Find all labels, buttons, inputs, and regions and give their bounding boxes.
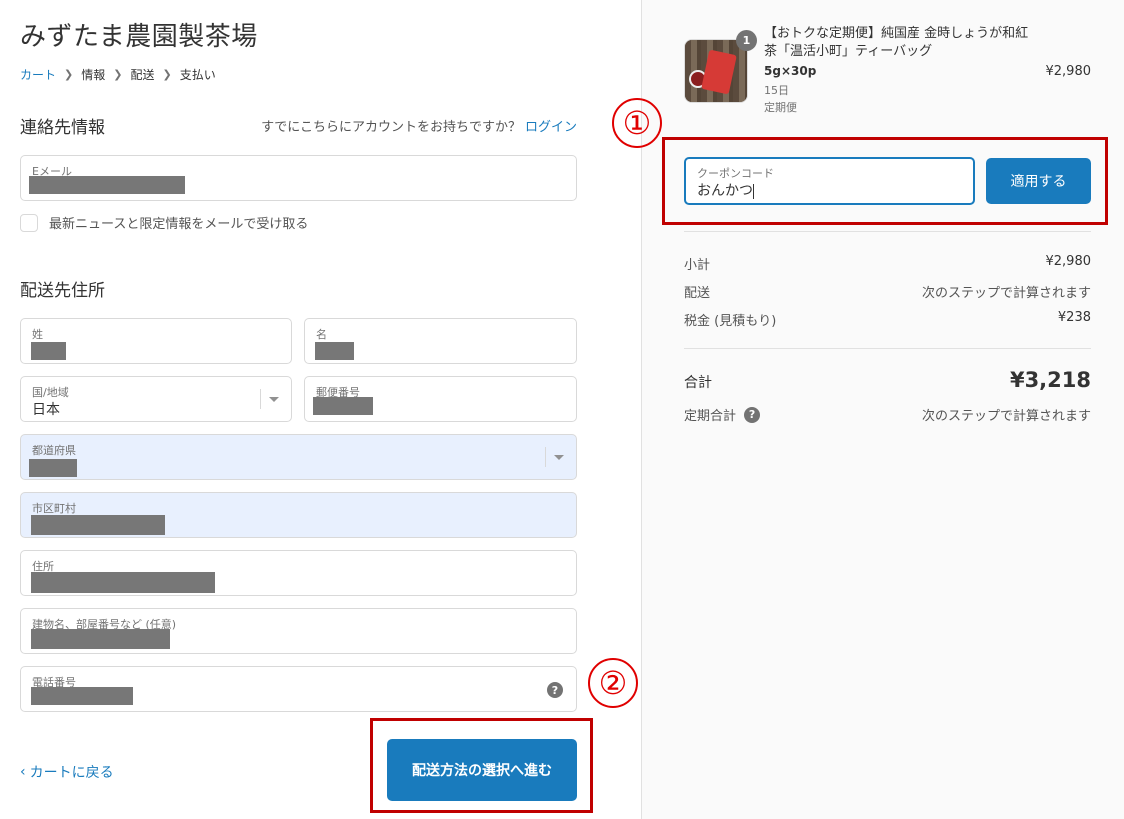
chevron-down-icon [545, 435, 564, 479]
login-prompt: すでにこちらにアカウントをお持ちですか？ ログイン [261, 116, 577, 135]
annotation-box-2 [370, 718, 593, 813]
city-label: 市区町村 [32, 502, 76, 515]
country-label: 国/地域 [32, 386, 69, 399]
help-icon[interactable]: ? [547, 682, 563, 698]
shipping-section-title: 配送先住所 [20, 281, 105, 301]
tax-label: 税金 (見積もり) [684, 314, 777, 329]
postal-code-field[interactable]: 郵便番号 [304, 376, 577, 422]
divider [684, 231, 1091, 232]
newsletter-option[interactable]: 最新ニュースと限定情報をメールで受け取る [20, 213, 308, 232]
prefecture-select[interactable]: 都道府県 [20, 434, 577, 480]
product-thumbnail [684, 39, 748, 103]
prefecture-label: 都道府県 [32, 444, 76, 457]
contact-section-title: 連絡先情報 [20, 118, 105, 138]
email-field[interactable]: Eメール [20, 155, 577, 201]
shipping-cost-value: 次のステップで計算されます [921, 286, 1091, 301]
redacted-city [31, 515, 165, 535]
redacted-address [31, 572, 215, 593]
subtotal-value: ¥2,980 [1045, 254, 1092, 269]
total-label: 合計 [684, 375, 712, 391]
checkout-form-panel: みずたま農園製茶場 カート ❯ 情報 ❯ 配送 ❯ 支払い 連絡先情報 すでにこ… [0, 0, 641, 819]
redacted-last-name [31, 342, 66, 360]
redacted-prefecture [29, 459, 77, 477]
redacted-phone [31, 687, 133, 705]
country-value: 日本 [32, 402, 60, 418]
recurring-total-row: 定期合計 ? [684, 405, 761, 424]
annotation-number-1: ① [612, 98, 662, 148]
chevron-left-icon: ‹ [20, 764, 26, 780]
recurring-total-label: 定期合計 [684, 409, 737, 424]
country-select[interactable]: 国/地域 日本 [20, 376, 292, 422]
product-name: 【おトクな定期便】純国産 金時しょうが和紅茶「温活小町」ティーバッグ [764, 26, 1029, 59]
first-name-field[interactable]: 名 [304, 318, 577, 364]
product-interval: 15日 [764, 84, 789, 97]
back-to-cart-label: カートに戻る [29, 765, 114, 781]
coupon-code-value: おんかつ [697, 183, 754, 199]
shipping-cost-label: 配送 [684, 286, 711, 301]
newsletter-checkbox[interactable] [20, 213, 38, 232]
breadcrumb: カート ❯ 情報 ❯ 配送 ❯ 支払い [20, 66, 216, 83]
city-field[interactable]: 市区町村 [20, 492, 577, 538]
last-name-field[interactable]: 姓 [20, 318, 292, 364]
coupon-code-label: クーポンコード [697, 167, 774, 180]
chevron-right-icon: ❯ [162, 68, 172, 81]
breadcrumb-payment: 支払い [179, 68, 216, 82]
last-name-label: 姓 [32, 328, 43, 341]
phone-field[interactable]: 電話番号 ? [20, 666, 577, 712]
redacted-first-name [315, 342, 354, 360]
apply-coupon-button[interactable]: 適用する [986, 158, 1091, 204]
building-field[interactable]: 建物名、部屋番号など (任意) [20, 608, 577, 654]
first-name-label: 名 [316, 328, 327, 341]
quantity-badge: 1 [736, 30, 757, 51]
chevron-right-icon: ❯ [113, 68, 123, 81]
newsletter-label: 最新ニュースと限定情報をメールで受け取る [49, 217, 309, 232]
subtotal-label: 小計 [684, 258, 711, 273]
breadcrumb-cart[interactable]: カート [20, 66, 56, 83]
address-field[interactable]: 住所 [20, 550, 577, 596]
tax-value: ¥238 [1057, 310, 1091, 325]
chevron-down-icon [260, 377, 279, 421]
shop-title[interactable]: みずたま農園製茶場 [20, 16, 258, 53]
redacted-email [29, 176, 185, 194]
breadcrumb-shipping: 配送 [130, 68, 155, 82]
redacted-building [31, 629, 170, 649]
divider [684, 348, 1091, 349]
annotation-number-2: ② [588, 658, 638, 708]
login-link[interactable]: ログイン [525, 120, 577, 135]
breadcrumb-info: 情報 [81, 68, 106, 82]
help-icon[interactable]: ? [744, 406, 761, 423]
coupon-code-input[interactable]: クーポンコード おんかつ [684, 157, 975, 205]
product-price: ¥2,980 [1045, 64, 1092, 79]
have-account-text: すでにこちらにアカウントをお持ちですか？ [261, 120, 521, 135]
product-plan: 定期便 [764, 101, 797, 114]
recurring-total-value: 次のステップで計算されます [921, 409, 1091, 424]
product-variant: 5g×30p [764, 64, 817, 78]
back-to-cart-link[interactable]: ‹ カートに戻る [20, 762, 114, 782]
total-value: ¥3,218 [1009, 368, 1091, 392]
redacted-postal-code [313, 397, 373, 415]
chevron-right-icon: ❯ [64, 68, 74, 81]
